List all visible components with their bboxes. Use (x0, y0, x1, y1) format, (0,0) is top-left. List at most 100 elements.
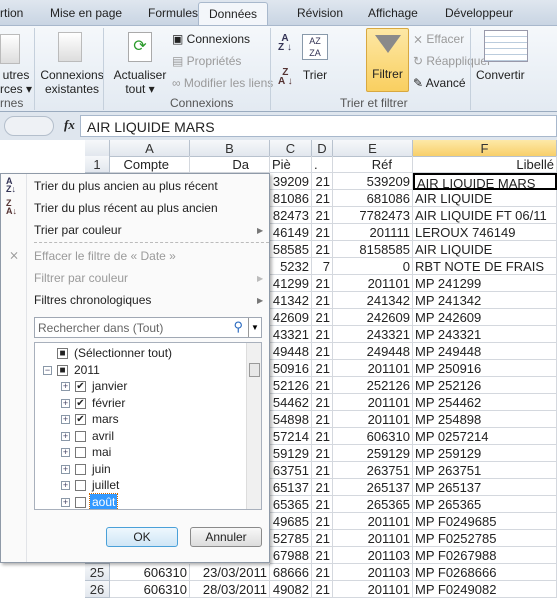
proprietes-button[interactable]: ▤ Propriétés (172, 54, 241, 68)
table-cell: MP F0249082 (413, 581, 557, 598)
menu-filter-color[interactable]: Filtrer par couleur (34, 271, 128, 285)
ribbon: utres rces ▾ rnes Connexions existantes ⟳ … (0, 25, 557, 112)
table-header-cell[interactable]: Da (190, 156, 270, 173)
connexions-button[interactable]: ▣ Connexions (172, 32, 250, 46)
modifier-liens-button[interactable]: ∞ Modifier les liens (172, 76, 273, 90)
name-box[interactable] (4, 116, 54, 136)
row-header[interactable]: 1 (85, 156, 110, 173)
filter-list-item[interactable]: + ✔ mars (35, 411, 245, 427)
expand-icon[interactable]: + (61, 481, 70, 490)
checkbox[interactable]: ■ (57, 348, 68, 359)
column-header-D[interactable]: D (312, 140, 333, 157)
expand-icon[interactable]: + (61, 415, 70, 424)
checkbox[interactable]: ✔ (75, 381, 86, 392)
table-cell: 41299 (270, 275, 312, 292)
sort-az-button[interactable]: AZ ↓ (278, 34, 292, 53)
checkbox[interactable]: ✔ (75, 414, 86, 425)
table-cell: 241342 (333, 292, 413, 309)
table-header-cell[interactable]: . (312, 156, 333, 173)
table-cell: 7782473 (333, 207, 413, 224)
column-header-E[interactable]: E (333, 140, 413, 157)
filtrer-button[interactable]: Filtrer (366, 28, 409, 92)
column-header-B[interactable]: B (190, 140, 270, 157)
tab-formules[interactable]: Formules (148, 6, 198, 20)
convertir-button[interactable]: Convertir (476, 68, 525, 82)
table-cell: 201101 (333, 275, 413, 292)
tab-affichage[interactable]: Affichage (368, 6, 418, 20)
tab-mise-en-page[interactable]: Mise en page (50, 6, 122, 20)
link-icon: ∞ (172, 76, 184, 90)
reappliquer-button[interactable]: ↻ Réappliquer (413, 54, 491, 68)
convert-icon (484, 30, 528, 62)
checkbox[interactable] (75, 480, 86, 491)
trier-button[interactable]: Trier (300, 68, 330, 82)
table-cell: 43321 (270, 326, 312, 343)
sort-za-button[interactable]: ZA ↓ (278, 68, 293, 87)
filter-list-item[interactable]: + avril (35, 428, 245, 444)
checkbox[interactable] (75, 463, 86, 475)
cancel-button[interactable]: Annuler (190, 527, 262, 547)
table-cell: MP F0267988 (413, 547, 557, 564)
expand-icon[interactable]: + (61, 398, 70, 408)
connexions-existantes-button[interactable]: Connexions existantes (40, 68, 104, 96)
column-header-A[interactable]: A (110, 140, 190, 157)
filter-list-item[interactable]: + août (35, 492, 245, 509)
effacer-button[interactable]: ⨯ Effacer (413, 32, 464, 46)
table-cell: 82473 (270, 207, 312, 224)
table-header-cell[interactable]: Libellé (413, 156, 557, 173)
search-dropdown-button[interactable]: ▼ (248, 318, 261, 337)
search-input[interactable]: Rechercher dans (Tout) ⚲ ▼ (34, 317, 262, 338)
filter-item-label: juin (92, 461, 111, 476)
table-cell: 201101 (333, 411, 413, 428)
menu-sort-color[interactable]: Trier par couleur (34, 223, 122, 237)
table-header-cell[interactable]: Compte (110, 156, 190, 173)
tab-insertion[interactable]: rtion (0, 6, 23, 20)
document-database-icon (58, 32, 82, 62)
filter-item-label: août (88, 492, 119, 509)
checkbox[interactable]: ■ (57, 364, 68, 376)
tab-developpeur[interactable]: Développeur (445, 6, 513, 20)
filter-list-item[interactable]: + ✔ février (35, 395, 245, 411)
scrollbar[interactable] (246, 343, 261, 509)
filter-list-item[interactable]: + juillet (35, 477, 245, 493)
menu-sort-desc[interactable]: Trier du plus récent au plus ancien (34, 201, 218, 215)
autres-sources-button[interactable]: utres rces ▾ (0, 68, 32, 96)
filter-list-item[interactable]: ■ (Sélectionner tout) (35, 345, 245, 361)
fx-icon[interactable]: fx (64, 117, 75, 133)
tab-revision[interactable]: Révision (297, 6, 343, 20)
checkbox[interactable] (75, 430, 86, 442)
select-all-corner[interactable] (85, 140, 110, 157)
filter-list-item[interactable]: + mai (35, 444, 245, 460)
tab-donnees[interactable]: Données (198, 2, 269, 25)
row-header[interactable]: 25 (85, 564, 110, 581)
checkbox[interactable] (75, 447, 86, 458)
menu-date-filters[interactable]: Filtres chronologiques (34, 293, 151, 307)
filter-list-item[interactable]: + juin (35, 461, 245, 477)
table-cell: MP 263751 (413, 462, 557, 479)
checkbox[interactable] (75, 496, 86, 508)
collapse-icon[interactable]: − (43, 365, 52, 375)
expand-icon[interactable]: + (61, 448, 70, 457)
table-header-cell[interactable]: Piè (270, 156, 312, 173)
expand-icon[interactable]: + (61, 497, 70, 507)
filter-list-item[interactable]: + ✔ janvier (35, 378, 245, 394)
column-header-C[interactable]: C (270, 140, 312, 157)
ok-button[interactable]: OK (106, 527, 178, 547)
row-header[interactable]: 26 (85, 581, 110, 598)
scrollbar-thumb[interactable] (249, 363, 260, 377)
expand-icon[interactable]: + (61, 431, 70, 441)
filter-list-item[interactable]: − ■ 2011 (35, 362, 245, 378)
menu-clear-filter[interactable]: Effacer le filtre de « Date » (34, 249, 176, 263)
table-cell: 49685 (270, 513, 312, 530)
table-cell: 21 (312, 292, 333, 309)
menu-sort-asc[interactable]: Trier du plus ancien au plus récent (34, 179, 218, 193)
actualiser-tout-button[interactable]: Actualiser tout ▾ (110, 68, 170, 96)
avance-button[interactable]: ✎ Avancé (413, 76, 466, 90)
expand-icon[interactable]: + (61, 464, 70, 474)
table-header-cell[interactable]: Réf (333, 156, 413, 173)
column-header-F[interactable]: F (413, 140, 557, 157)
checkbox[interactable]: ✔ (75, 397, 86, 409)
active-cell[interactable]: AIR LIQUIDE MARS (413, 173, 557, 190)
expand-icon[interactable]: + (61, 382, 70, 391)
formula-input[interactable]: AIR LIQUIDE MARS (80, 115, 557, 137)
